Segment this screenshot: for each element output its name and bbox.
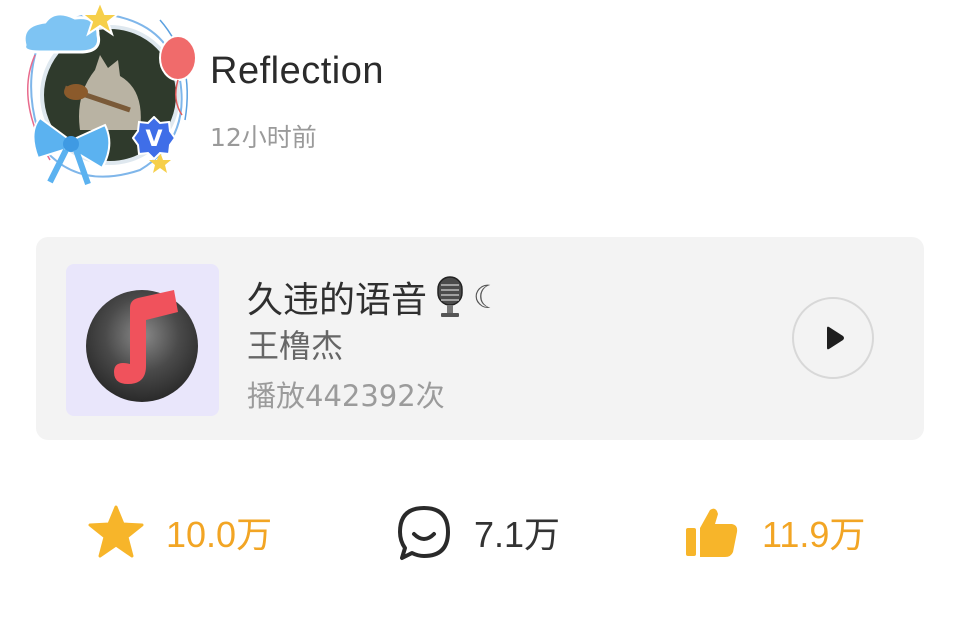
verified-badge-icon: V: [131, 115, 177, 161]
music-note-icon: [86, 290, 198, 402]
thumbs-up-icon: [686, 508, 738, 557]
artist-name[interactable]: 王橹杰: [247, 321, 343, 367]
song-title-text: 久违的语音: [247, 280, 428, 321]
comment-button[interactable]: 7.1万: [394, 500, 560, 564]
svg-text:V: V: [145, 127, 162, 152]
song-title[interactable]: 久违的语音 ☾: [247, 271, 502, 323]
comment-count: 7.1万: [474, 514, 561, 555]
avatar-image: [22, 0, 197, 185]
comment-icon: [398, 506, 450, 560]
avatar[interactable]: V: [10, 0, 200, 190]
moon-symbol: ☾: [473, 278, 502, 316]
play-button[interactable]: [792, 297, 874, 379]
user-name[interactable]: Reflection: [210, 50, 384, 93]
like-count: 11.9万: [762, 514, 866, 555]
star-icon: [88, 505, 144, 558]
favorite-button[interactable]: 10.0万: [86, 500, 272, 564]
music-card[interactable]: 久违的语音 ☾ 王橹杰 播放442392次: [36, 237, 924, 440]
microphone-icon: [435, 275, 465, 319]
favorite-count: 10.0万: [166, 514, 273, 555]
post-time: 12小时前: [210, 123, 317, 152]
play-count: 播放442392次: [247, 379, 445, 413]
play-icon: [827, 326, 844, 350]
album-cover: [66, 264, 219, 416]
like-button[interactable]: 11.9万: [682, 500, 865, 564]
